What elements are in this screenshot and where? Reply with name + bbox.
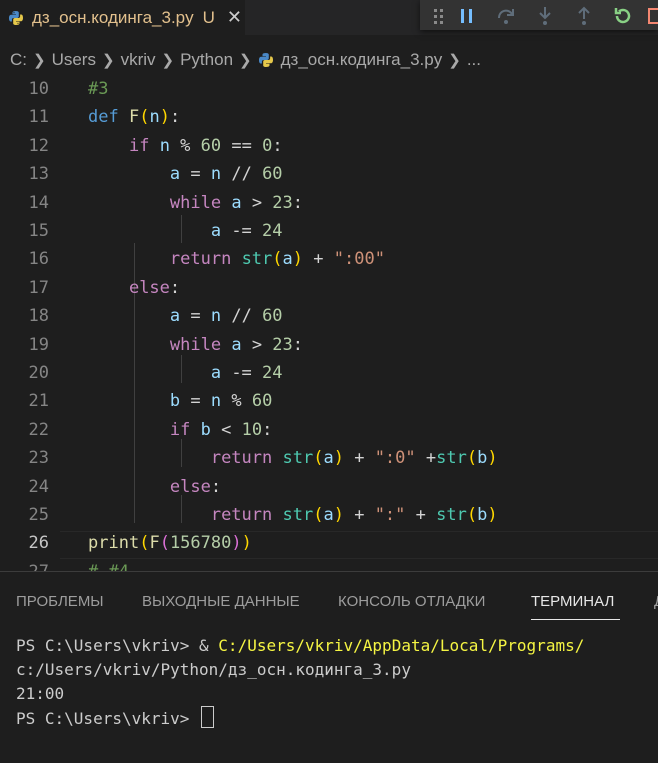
code-text: return str(a) + ":0" +str(b) [210,448,498,469]
tab-problems[interactable]: ПРОБЛЕМЫ [16,593,104,610]
code-line[interactable]: 22 if b < 10: [0,416,658,444]
chevron-right-icon: ❯ [239,52,252,69]
code-text: a -= 24 [210,363,283,383]
line-number: 26 [28,533,49,554]
breadcrumb-symbols[interactable]: ... [467,50,481,70]
code-line[interactable]: 16 return str(a) + ":00" [0,245,658,273]
chevron-right-icon: ❯ [448,52,461,69]
code-text: while a > 23: [169,192,304,213]
line-number: 27 [0,558,49,571]
code-line[interactable]: 15 a -= 24 [0,217,658,245]
line-number: 14 [28,192,49,213]
restart-icon[interactable] [612,5,634,27]
editor-tab[interactable]: дз_осн.кодинга_3.py U ✕ [0,0,245,35]
code-text: if n % 60 == 0: [128,135,283,156]
line-number: 16 [28,249,49,270]
code-line[interactable]: 11 def F(n): [0,103,658,131]
code-line[interactable]: 26 print(F(156780)) [0,529,658,557]
debug-toolbar [420,0,658,30]
code-text: a -= 24 [210,221,283,241]
code-text: else: [169,476,222,497]
step-out-icon[interactable] [573,5,595,27]
code-line[interactable]: 18 a = n // 60 [0,302,658,330]
code-text: a = n // 60 [169,306,283,327]
code-line[interactable]: 19 while a > 23: [0,331,658,359]
tab-debug-console[interactable]: КОНСОЛЬ ОТЛАДКИ [338,593,485,610]
tab-ports[interactable]: ДО [654,593,658,610]
pause-icon[interactable] [456,5,478,27]
active-tab-indicator [531,619,620,620]
breadcrumb-file[interactable]: дз_осн.кодинга_3.py [281,50,443,70]
code-text: return str(a) + ":" + str(b) [210,505,498,525]
terminal-command-path: C:/Users/vkriv/AppData/Local/Programs/ [218,636,585,655]
line-number: 10 [28,79,49,99]
line-number: 23 [28,448,49,469]
code-text: if b < 10: [169,419,273,440]
code-text: def F(n): [88,107,181,128]
code-text: return str(a) + ":00" [169,249,385,270]
code-text: else: [128,277,181,298]
bottom-panel: ПРОБЛЕМЫ ВЫХОДНЫЕ ДАННЫЕ КОНСОЛЬ ОТЛАДКИ… [0,571,658,763]
code-line[interactable]: 14 while a > 23: [0,189,658,217]
code-line[interactable]: 13 a = n // 60 [0,160,658,188]
drag-handle-icon[interactable] [428,5,450,27]
chevron-right-icon: ❯ [101,52,115,69]
line-number: 25 [28,505,49,525]
breadcrumb-python[interactable]: Python [180,50,233,70]
terminal-prompt: PS C:\Users\vkriv> & [16,636,219,655]
step-into-icon[interactable] [534,5,556,27]
line-number: 20 [28,363,49,383]
code-text: print(F(156780)) [88,533,252,554]
code-text: #3 [88,79,109,99]
code-text: b = n % 60 [169,391,273,412]
code-line[interactable]: 10 #3 [0,75,658,103]
step-over-icon[interactable] [495,5,517,27]
line-number: 11 [28,107,49,128]
code-line[interactable]: 12 if n % 60 == 0: [0,132,658,160]
terminal-script-path: c:/Users/vkriv/Python/дз_осн.кодинга_3.p… [16,660,411,679]
tab-output[interactable]: ВЫХОДНЫЕ ДАННЫЕ [142,593,300,610]
terminal-output[interactable]: PS C:\Users\vkriv> & C:/Users/vkriv/AppD… [16,634,584,731]
code-line[interactable]: 21 b = n % 60 [0,387,658,415]
code-editor[interactable]: 10 #3 11 def F(n): 12 if n % 60 == 0: 13 a = … [0,75,658,571]
breadcrumb-vkriv[interactable]: vkriv [121,50,156,70]
line-number: 18 [28,306,49,327]
code-line[interactable]: 23 return str(a) + ":0" +str(b) [0,444,658,472]
breadcrumb: C: ❯ Users ❯ vkriv ❯ Python ❯ дз_осн.код… [0,47,658,73]
terminal-result: 21:00 [16,684,65,703]
code-line[interactable]: 25 return str(a) + ":" + str(b) [0,501,658,529]
line-number: 17 [28,277,49,298]
code-text: # #4 [88,558,129,571]
code-line[interactable]: 17 else: [0,274,658,302]
code-text: while a > 23: [169,334,304,355]
breadcrumb-users[interactable]: Users [52,50,96,70]
line-number: 19 [28,334,49,355]
line-number: 15 [28,221,49,241]
python-icon [9,10,23,25]
terminal-prompt: PS C:\Users\vkriv> [16,709,200,728]
code-line[interactable]: 24 else: [0,473,658,501]
code-line[interactable]: 27 # #4 [0,558,658,571]
line-number: 24 [28,476,49,497]
line-number: 13 [28,164,49,185]
untracked-status-badge: U [202,7,215,27]
tab-filename: дз_осн.кодинга_3.py [32,7,194,27]
chevron-right-icon: ❯ [161,52,175,69]
tab-terminal[interactable]: ТЕРМИНАЛ [531,593,614,610]
close-tab-icon[interactable]: ✕ [227,7,242,28]
breadcrumb-drive[interactable]: C: [10,50,27,70]
python-icon [258,53,273,67]
panel-tabs: ПРОБЛЕМЫ ВЫХОДНЫЕ ДАННЫЕ КОНСОЛЬ ОТЛАДКИ… [0,572,658,628]
line-number: 12 [28,135,49,156]
code-line[interactable]: 20 a -= 24 [0,359,658,387]
terminal-cursor [201,706,215,728]
line-number: 22 [28,419,49,440]
code-text: a = n // 60 [169,164,283,185]
chevron-right-icon: ❯ [33,52,46,69]
stop-icon[interactable] [646,5,658,27]
line-number: 21 [28,391,49,412]
